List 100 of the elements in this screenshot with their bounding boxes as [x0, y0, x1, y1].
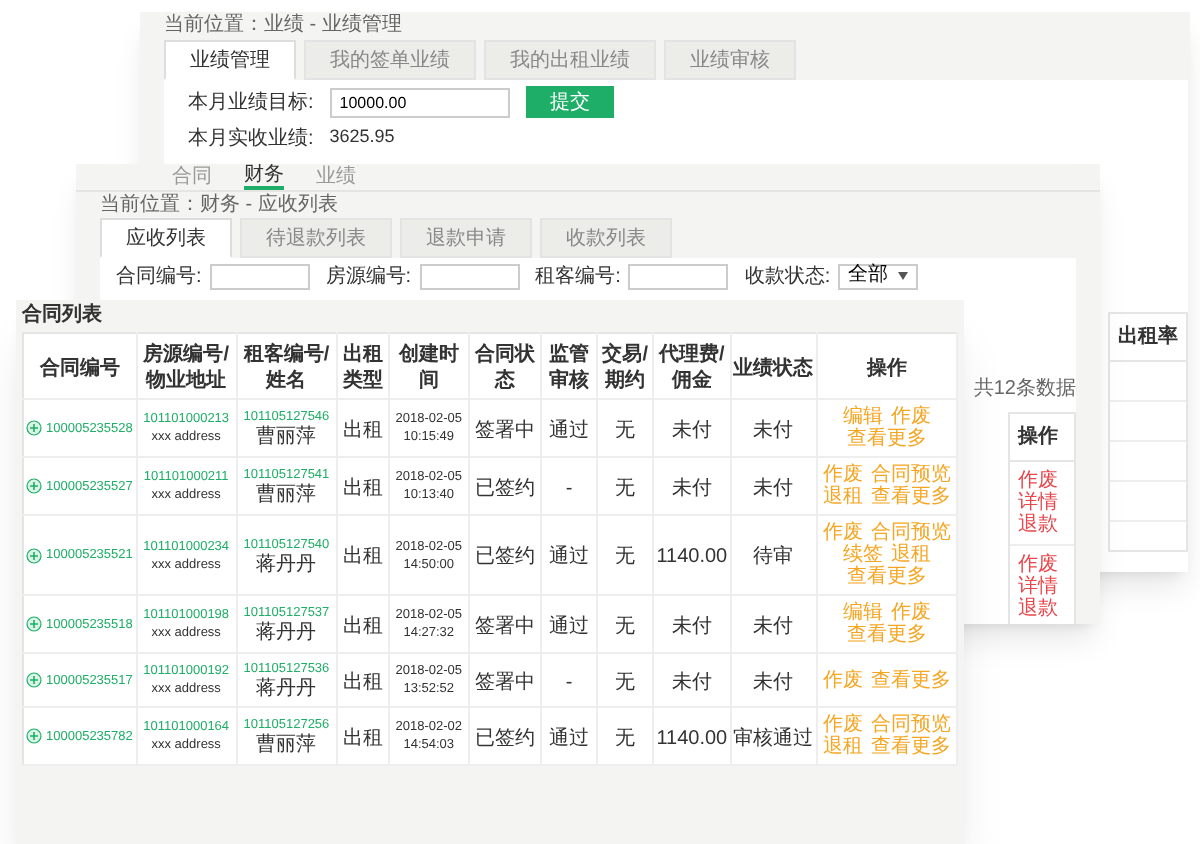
field-label: 本月业绩目标: — [188, 89, 314, 117]
table-cell: 已签约 — [474, 477, 535, 499]
column-header: 操作 — [866, 357, 907, 379]
column-header: 租客编号/姓名 — [243, 344, 330, 392]
tab[interactable]: 我的签单业绩 — [304, 40, 476, 80]
action-link[interactable]: 作废 — [822, 714, 863, 736]
table-cell: 已签约 — [474, 546, 535, 568]
action-link[interactable]: 作废 — [890, 406, 931, 428]
column-header: 出租率 — [1110, 314, 1186, 362]
table-cell: 1140.00 — [656, 727, 728, 749]
action-link[interactable]: 退租 — [822, 736, 863, 758]
table-cell: 出租 — [342, 477, 383, 499]
table-cell: 出租 — [342, 615, 383, 637]
field-value: 3625.95 — [329, 124, 395, 151]
table-cell: 通过 — [549, 419, 590, 441]
table-cell: 未付 — [671, 419, 712, 441]
field-label: 本月实收业绩: — [188, 125, 314, 153]
action-link[interactable]: 详情 — [1018, 576, 1058, 598]
input-field[interactable] — [209, 263, 310, 289]
action-link[interactable]: 作废 — [1018, 554, 1058, 576]
plus-circle-icon[interactable] — [26, 547, 42, 563]
action-link[interactable]: 编辑 — [842, 406, 883, 428]
table-cell: 未付 — [671, 671, 712, 693]
table-cell: 无 — [615, 477, 636, 499]
table-cell: 无 — [615, 615, 636, 637]
column-header: 合同状态 — [474, 344, 535, 392]
tab[interactable]: 收款列表 — [540, 218, 672, 258]
column-header: 代理费/佣金 — [659, 344, 725, 392]
action-link[interactable]: 查看更多 — [870, 486, 951, 508]
plus-circle-icon[interactable] — [26, 478, 42, 494]
action-link[interactable]: 作废 — [890, 602, 931, 624]
action-link[interactable]: 查看更多 — [846, 624, 927, 646]
table-cell: 未付 — [753, 419, 794, 441]
action-link[interactable]: 作废 — [1018, 470, 1058, 492]
action-link[interactable]: 作废 — [822, 464, 863, 486]
nav-item[interactable]: 财务 — [244, 164, 284, 190]
action-link[interactable]: 查看更多 — [870, 736, 951, 758]
table-cell: 无 — [615, 727, 636, 749]
table-cell: 未付 — [671, 477, 712, 499]
action-link[interactable]: 续签 — [842, 544, 883, 566]
tab[interactable]: 业绩管理 — [164, 40, 296, 80]
input-field[interactable] — [419, 263, 520, 289]
action-link[interactable]: 查看更多 — [846, 566, 927, 588]
filter-label: 房源编号: — [325, 263, 412, 291]
input-field[interactable]: 10000.00 — [329, 87, 510, 117]
table-cell: 出租 — [342, 671, 383, 693]
plus-circle-icon[interactable] — [26, 616, 42, 632]
dropdown[interactable]: 全部 — [838, 263, 919, 289]
column-header: 交易/期约 — [602, 344, 648, 392]
action-link[interactable]: 退租 — [890, 544, 931, 566]
table-cell: 审核通过 — [733, 727, 814, 749]
caret-icon — [898, 272, 909, 280]
tenant-name: 曹丽萍 — [256, 426, 317, 448]
table-cell: 通过 — [549, 615, 590, 637]
action-link[interactable]: 合同预览 — [870, 522, 951, 544]
breadcrumb: 当前位置：财务 - 应收列表 — [98, 192, 340, 218]
plus-circle-icon[interactable] — [26, 728, 42, 744]
action-link[interactable]: 作废 — [822, 669, 863, 691]
table-cell: 出租 — [342, 727, 383, 749]
submit-button[interactable]: 提交 — [525, 86, 614, 118]
column-header: 操作 — [1010, 414, 1074, 462]
table-cell: 已签约 — [474, 727, 535, 749]
nav-item[interactable]: 业绩 — [316, 164, 356, 190]
column-header: 合同编号 — [39, 357, 120, 379]
record-count: 共12条数据 — [973, 375, 1076, 404]
table-cell: 通过 — [549, 546, 590, 568]
table-cell: 待审 — [753, 546, 794, 568]
action-link[interactable]: 合同预览 — [870, 714, 951, 736]
nav-item[interactable]: 合同 — [172, 164, 212, 190]
plus-circle-icon[interactable] — [26, 420, 42, 436]
table-cell: 无 — [615, 671, 636, 693]
table-cell: 无 — [615, 546, 636, 568]
tenant-name: 蒋丹丹 — [256, 678, 317, 700]
action-link[interactable]: 查看更多 — [846, 428, 927, 450]
table-cell: 未付 — [671, 615, 712, 637]
table-cell: - — [565, 671, 573, 693]
action-link[interactable]: 合同预览 — [870, 464, 951, 486]
tab[interactable]: 退款申请 — [400, 218, 532, 258]
input-field[interactable] — [628, 263, 729, 289]
action-link[interactable]: 详情 — [1018, 492, 1058, 514]
action-link[interactable]: 查看更多 — [870, 669, 951, 691]
tab[interactable]: 我的出租业绩 — [484, 40, 656, 80]
table-cell: 无 — [615, 419, 636, 441]
tab[interactable]: 待退款列表 — [240, 218, 392, 258]
tab[interactable]: 应收列表 — [100, 218, 232, 258]
action-link[interactable]: 退租 — [822, 486, 863, 508]
table-cell: 未付 — [753, 615, 794, 637]
filter-label: 租客编号: — [535, 263, 621, 291]
table-cell: 出租 — [342, 546, 383, 568]
tenant-name: 蒋丹丹 — [256, 622, 317, 644]
table-cell: 通过 — [549, 727, 590, 749]
action-link[interactable]: 退款 — [1018, 598, 1058, 620]
tab[interactable]: 业绩审核 — [664, 40, 796, 80]
action-link[interactable]: 编辑 — [842, 602, 883, 624]
column-header: 房源编号/物业地址 — [143, 344, 229, 392]
action-link[interactable]: 退款 — [1018, 514, 1058, 536]
column-header: 创建时间 — [398, 344, 459, 392]
plus-circle-icon[interactable] — [26, 672, 42, 688]
column-header: 出租类型 — [342, 344, 383, 392]
action-link[interactable]: 作废 — [822, 522, 863, 544]
